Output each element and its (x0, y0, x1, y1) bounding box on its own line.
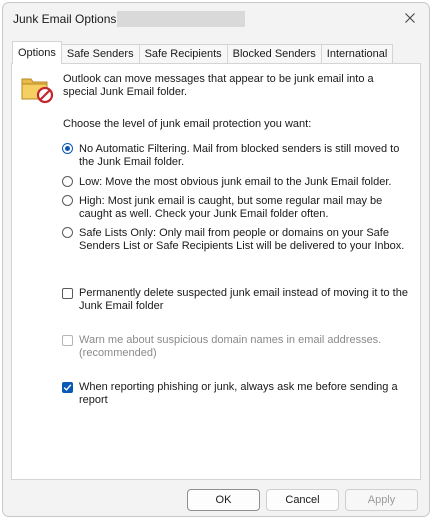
window-title: Junk Email Options (13, 12, 117, 26)
tab-options[interactable]: Options (12, 41, 62, 64)
checkmark-icon (63, 384, 72, 391)
checkbox-disabled (62, 335, 73, 346)
checkbox-label: When reporting phishing or junk, always … (79, 381, 398, 406)
ok-button[interactable]: OK (187, 489, 260, 511)
checkbox-warn-suspicious-domains: Warn me about suspicious domain names in… (62, 334, 413, 360)
checkbox[interactable] (62, 288, 73, 299)
tab-safe-senders[interactable]: Safe Senders (60, 44, 140, 64)
radio-button-checked[interactable] (62, 143, 73, 154)
options-panel: Outlook can move messages that appear to… (11, 63, 421, 480)
close-icon (405, 13, 415, 23)
radio-high[interactable]: High: Most junk email is caught, but som… (62, 195, 413, 221)
redacted-account-block (117, 11, 245, 27)
checkbox-permanently-delete[interactable]: Permanently delete suspected junk email … (62, 287, 413, 313)
radio-label: High: Most junk email is caught, but som… (79, 195, 383, 220)
tab-blocked-senders[interactable]: Blocked Senders (226, 44, 322, 64)
close-button[interactable] (399, 9, 421, 27)
radio-button[interactable] (62, 227, 73, 238)
radio-low[interactable]: Low: Move the most obvious junk email to… (62, 176, 413, 189)
tab-international[interactable]: International (320, 44, 394, 64)
protection-level-label: Choose the level of junk email protectio… (63, 118, 312, 130)
radio-label: Low: Move the most obvious junk email to… (79, 176, 392, 188)
radio-safe-lists-only[interactable]: Safe Lists Only: Only mail from people o… (62, 227, 413, 253)
checkbox-label: Permanently delete suspected junk email … (79, 287, 408, 312)
title-bar: Junk Email Options (3, 3, 429, 33)
cancel-button[interactable]: Cancel (266, 489, 339, 511)
junk-email-options-dialog: Junk Email Options Options Safe Senders … (2, 2, 430, 517)
tab-safe-recipients[interactable]: Safe Recipients (138, 44, 228, 64)
junk-folder-icon (21, 78, 54, 104)
checkbox-label: Warn me about suspicious domain names in… (79, 334, 382, 359)
checkbox-ask-before-reporting[interactable]: When reporting phishing or junk, always … (62, 381, 413, 407)
radio-button[interactable] (62, 176, 73, 187)
radio-label: No Automatic Filtering. Mail from blocke… (79, 143, 400, 168)
checkbox-checked[interactable] (62, 382, 73, 393)
intro-text: Outlook can move messages that appear to… (63, 73, 374, 98)
radio-no-automatic-filtering[interactable]: No Automatic Filtering. Mail from blocke… (62, 143, 413, 169)
radio-button[interactable] (62, 195, 73, 206)
apply-button: Apply (345, 489, 418, 511)
radio-label: Safe Lists Only: Only mail from people o… (79, 227, 405, 252)
tab-strip: Options Safe Senders Safe Recipients Blo… (12, 41, 394, 64)
